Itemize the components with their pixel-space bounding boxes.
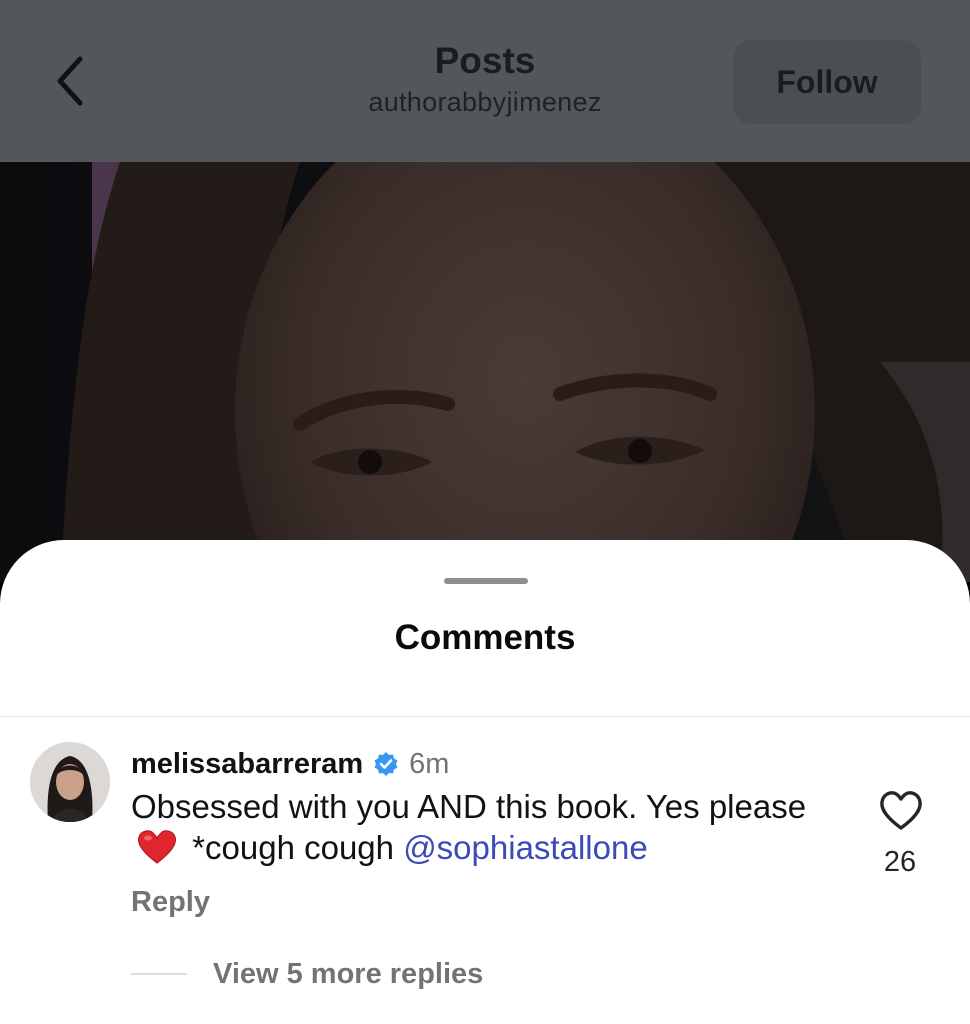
chevron-left-icon	[57, 56, 83, 106]
like-count: 26	[883, 846, 917, 878]
avatar[interactable]	[30, 742, 110, 822]
avatar-image	[30, 742, 110, 822]
comment-item: melissabarreram 6m Obsessed with you AND…	[0, 736, 970, 1016]
mention-link[interactable]: @sophiastallone	[403, 829, 648, 866]
view-more-replies-button[interactable]: View 5 more replies	[131, 954, 483, 994]
page-title: Posts	[434, 40, 536, 81]
divider	[0, 716, 970, 717]
view-more-replies-label: View 5 more replies	[213, 957, 484, 990]
replies-divider-line	[131, 973, 187, 975]
back-button[interactable]	[40, 46, 100, 116]
comment-text-part2: *cough cough	[192, 829, 395, 866]
reply-button[interactable]: Reply	[131, 886, 210, 919]
header-title-group: Posts authorabbyjimenez	[285, 38, 685, 120]
post-photo	[0, 162, 970, 582]
comment-text: Obsessed with you AND this book. Yes ple…	[131, 786, 831, 868]
heart-outline-icon[interactable]	[878, 788, 924, 832]
red-heart-emoji	[137, 830, 177, 864]
account-username[interactable]: authorabbyjimenez	[285, 84, 685, 120]
comment-username[interactable]: melissabarreram	[131, 748, 363, 781]
comments-sheet: Comments melissabarreram 6m Obsessed wit…	[0, 540, 970, 1024]
comment-header: melissabarreram 6m	[131, 744, 449, 784]
follow-button[interactable]: Follow	[733, 40, 921, 124]
comment-text-part1: Obsessed with you AND this book. Yes ple…	[131, 788, 807, 825]
comments-title: Comments	[394, 618, 576, 657]
verified-badge-icon	[374, 752, 398, 776]
post-media[interactable]	[0, 162, 970, 582]
comment-timestamp: 6m	[409, 747, 450, 780]
top-header: Posts authorabbyjimenez Follow	[0, 0, 970, 162]
sheet-drag-handle[interactable]	[444, 578, 528, 584]
